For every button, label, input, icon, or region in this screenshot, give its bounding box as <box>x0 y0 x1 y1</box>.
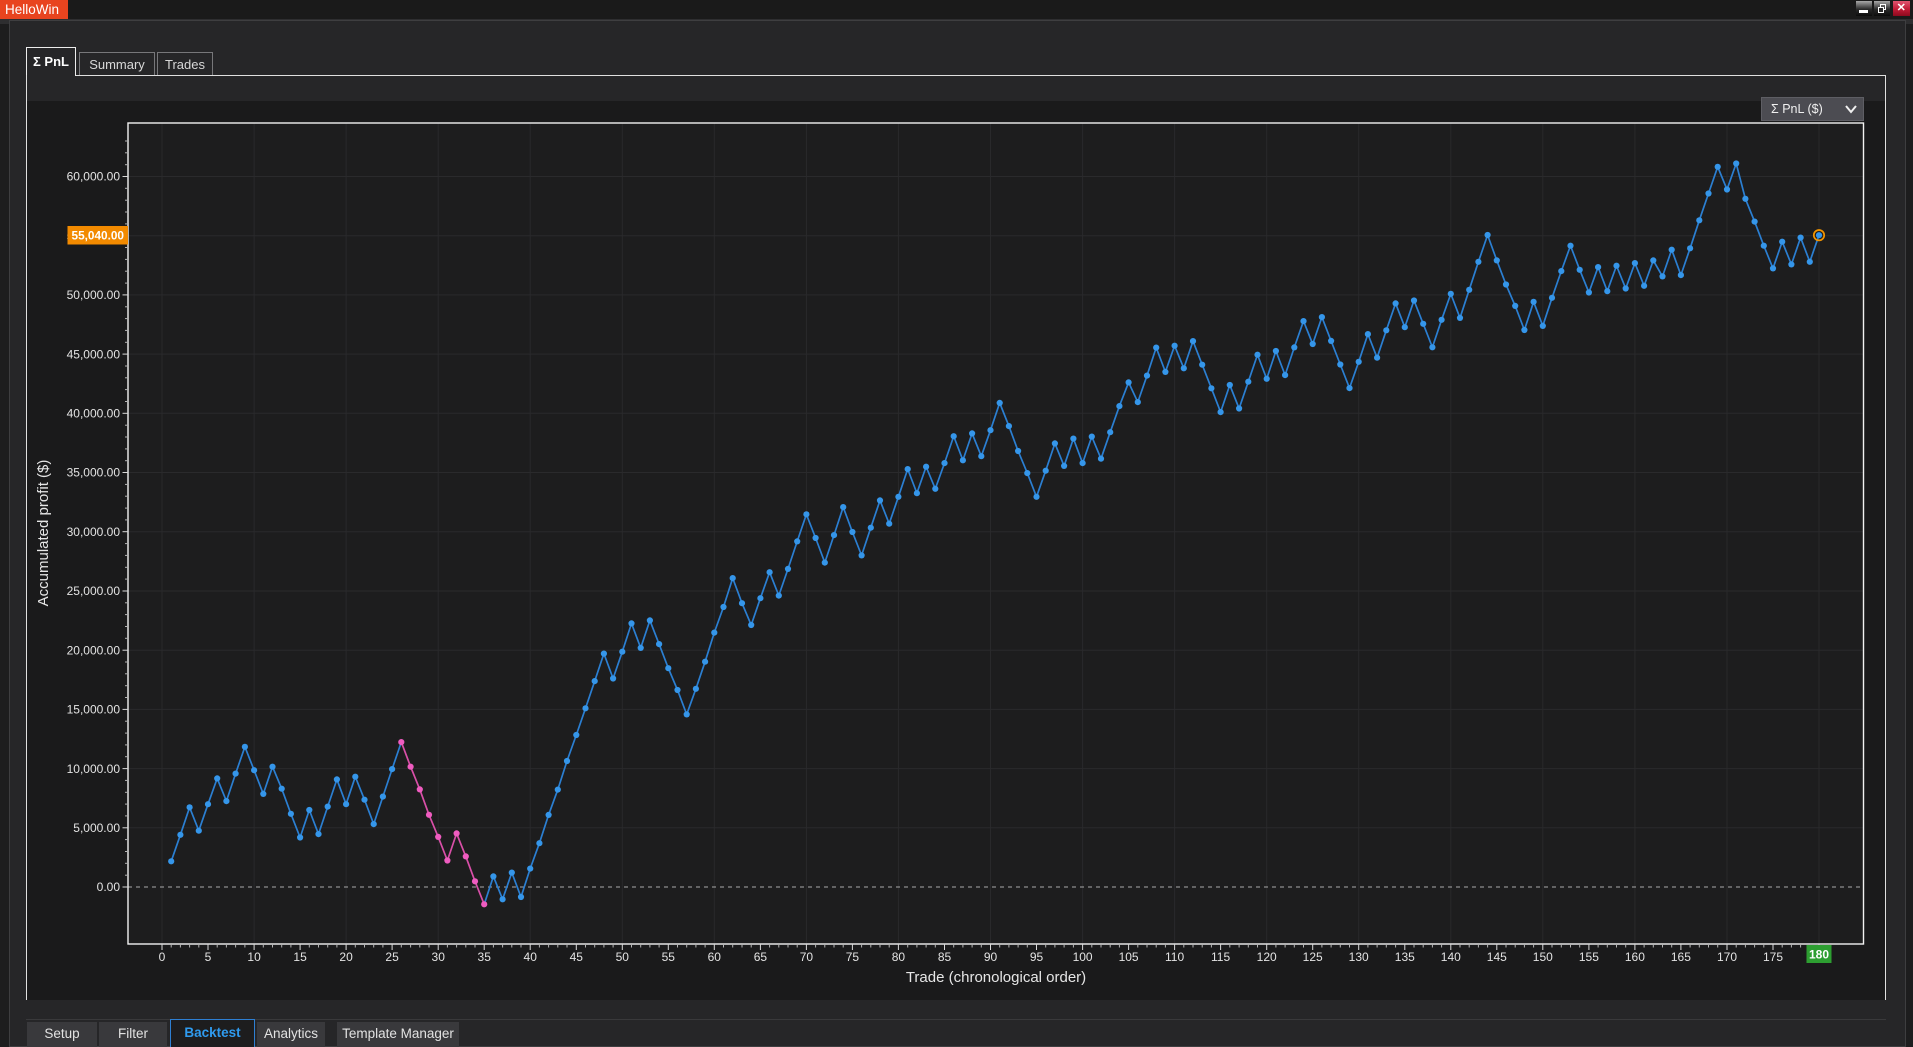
svg-text:25: 25 <box>385 950 399 964</box>
svg-text:145: 145 <box>1487 950 1507 964</box>
svg-text:50: 50 <box>616 950 630 964</box>
svg-text:40: 40 <box>524 950 538 964</box>
svg-text:20,000.00: 20,000.00 <box>67 643 121 657</box>
svg-text:80: 80 <box>892 950 906 964</box>
svg-text:125: 125 <box>1303 950 1323 964</box>
svg-text:60: 60 <box>708 950 722 964</box>
svg-text:100: 100 <box>1073 950 1093 964</box>
svg-text:15: 15 <box>293 950 307 964</box>
svg-text:160: 160 <box>1625 950 1645 964</box>
svg-text:95: 95 <box>1030 950 1044 964</box>
svg-text:175: 175 <box>1763 950 1783 964</box>
svg-text:15,000.00: 15,000.00 <box>67 703 121 717</box>
svg-text:25,000.00: 25,000.00 <box>67 584 121 598</box>
svg-text:155: 155 <box>1579 950 1599 964</box>
svg-text:10,000.00: 10,000.00 <box>67 762 121 776</box>
svg-text:60,000.00: 60,000.00 <box>67 170 121 184</box>
svg-text:65: 65 <box>754 950 768 964</box>
svg-text:35,000.00: 35,000.00 <box>67 466 121 480</box>
svg-text:30: 30 <box>432 950 446 964</box>
svg-text:170: 170 <box>1717 950 1737 964</box>
svg-text:55,040.00: 55,040.00 <box>72 229 125 243</box>
svg-text:35: 35 <box>478 950 492 964</box>
svg-text:75: 75 <box>846 950 860 964</box>
svg-text:45: 45 <box>570 950 584 964</box>
svg-text:105: 105 <box>1119 950 1139 964</box>
svg-text:50,000.00: 50,000.00 <box>67 288 121 302</box>
svg-text:55: 55 <box>662 950 676 964</box>
svg-text:30,000.00: 30,000.00 <box>67 525 121 539</box>
svg-text:5: 5 <box>205 950 212 964</box>
svg-text:165: 165 <box>1671 950 1691 964</box>
svg-text:0: 0 <box>159 950 166 964</box>
svg-text:70: 70 <box>800 950 814 964</box>
svg-text:20: 20 <box>339 950 353 964</box>
svg-text:5,000.00: 5,000.00 <box>73 821 120 835</box>
svg-text:140: 140 <box>1441 950 1461 964</box>
svg-text:150: 150 <box>1533 950 1553 964</box>
svg-text:10: 10 <box>247 950 261 964</box>
svg-text:115: 115 <box>1211 950 1230 964</box>
svg-text:85: 85 <box>938 950 952 964</box>
svg-text:Accumulated profit ($): Accumulated profit ($) <box>35 460 52 607</box>
svg-text:180: 180 <box>1809 948 1829 962</box>
svg-text:135: 135 <box>1395 950 1415 964</box>
svg-text:0.00: 0.00 <box>97 880 121 894</box>
svg-text:90: 90 <box>984 950 998 964</box>
svg-text:130: 130 <box>1349 950 1369 964</box>
svg-text:45,000.00: 45,000.00 <box>67 347 121 361</box>
svg-text:Trade (chronological order): Trade (chronological order) <box>906 969 1086 986</box>
svg-text:40,000.00: 40,000.00 <box>67 407 121 421</box>
svg-text:120: 120 <box>1257 950 1277 964</box>
svg-text:110: 110 <box>1165 950 1184 964</box>
